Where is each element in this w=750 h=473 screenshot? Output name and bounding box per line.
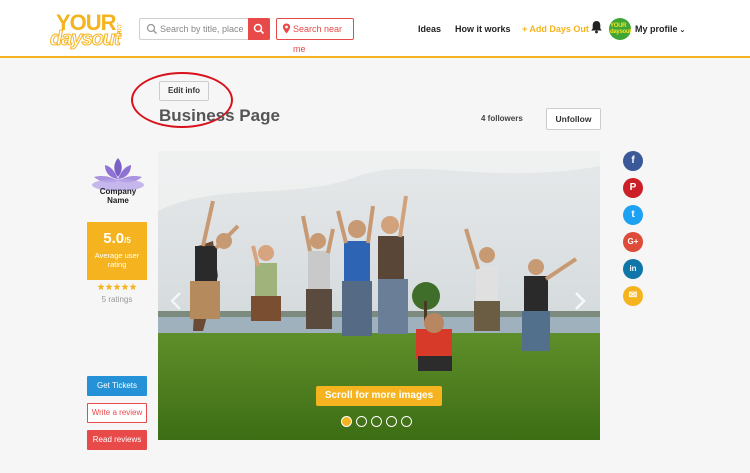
get-tickets-button[interactable]: Get Tickets [87, 376, 147, 396]
gallery-dot[interactable] [356, 416, 367, 427]
company-name: Company Name [99, 187, 137, 205]
rating-score: 5.0 [103, 230, 125, 247]
unfollow-button[interactable]: Unfollow [546, 108, 601, 130]
rating-out-of: /5 [124, 236, 131, 245]
share-pinterest-button[interactable]: P [623, 178, 643, 198]
avatar[interactable]: YOUR daysout [609, 18, 631, 40]
share-email-button[interactable]: ✉ [623, 286, 643, 306]
ratings-count: 5 ratings [101, 295, 133, 304]
gallery-image[interactable]: Scroll for more images [158, 151, 600, 440]
google-plus-icon: G+ [627, 237, 639, 246]
gallery-dot[interactable] [386, 416, 397, 427]
gallery-pagination [341, 416, 421, 428]
star-icon [113, 283, 121, 291]
read-reviews-button[interactable]: Read reviews [87, 430, 147, 450]
pinterest-icon: P [629, 182, 637, 193]
linkedin-icon: in [629, 264, 637, 273]
next-arrow-icon[interactable] [574, 291, 586, 311]
logo-line-2: daysout [50, 28, 122, 50]
nav-add-days-out[interactable]: + Add Days Out [522, 24, 589, 34]
search-icon [253, 23, 265, 35]
gallery-dot[interactable] [371, 416, 382, 427]
star-icon [121, 283, 129, 291]
share-linkedin-button[interactable]: in [623, 259, 643, 279]
rating-label: Average user rating [94, 251, 140, 269]
map-pin-icon [282, 23, 291, 34]
share-facebook-button[interactable]: f [623, 151, 643, 171]
twitter-icon: t [631, 209, 635, 220]
chevron-down-icon: ⌄ [679, 27, 686, 34]
avatar-text: YOUR daysout [610, 23, 631, 35]
email-icon: ✉ [628, 290, 638, 301]
star-icon [97, 283, 105, 291]
search-near-me-button[interactable]: Search near me [276, 18, 354, 54]
site-logo[interactable]: YOUR daysout .com [50, 12, 134, 50]
gallery-dot[interactable] [401, 416, 412, 427]
write-review-button[interactable]: Write a review [87, 403, 147, 423]
rating-score-line: 5.0/5 [87, 231, 147, 249]
share-google-plus-button[interactable]: G+ [623, 232, 643, 252]
share-twitter-button[interactable]: t [623, 205, 643, 225]
star-rating-icon [97, 283, 137, 291]
search-icon [146, 23, 157, 34]
star-icon [129, 283, 137, 291]
prev-arrow-icon[interactable] [170, 291, 182, 311]
bell-icon[interactable] [590, 20, 603, 34]
nav-how-it-works[interactable]: How it works [455, 24, 511, 34]
logo-suffix: .com [115, 22, 124, 40]
followers-count: 4 followers [481, 114, 523, 123]
gallery-dot[interactable] [341, 416, 352, 427]
search-button[interactable] [248, 18, 270, 40]
top-header: YOUR daysout .com Search near me Ideas H… [0, 0, 750, 58]
search-near-me-label: Search near me [293, 24, 343, 54]
rating-box: 5.0/5 Average user rating [87, 222, 147, 280]
profile-label: My profile [635, 24, 678, 34]
nav-ideas[interactable]: Ideas [418, 24, 441, 34]
page-title: Business Page [159, 106, 280, 125]
profile-menu[interactable]: My profile ⌄ [635, 24, 685, 34]
facebook-icon: f [631, 155, 635, 166]
scroll-more-images-button[interactable]: Scroll for more images [316, 386, 442, 406]
star-icon [105, 283, 113, 291]
